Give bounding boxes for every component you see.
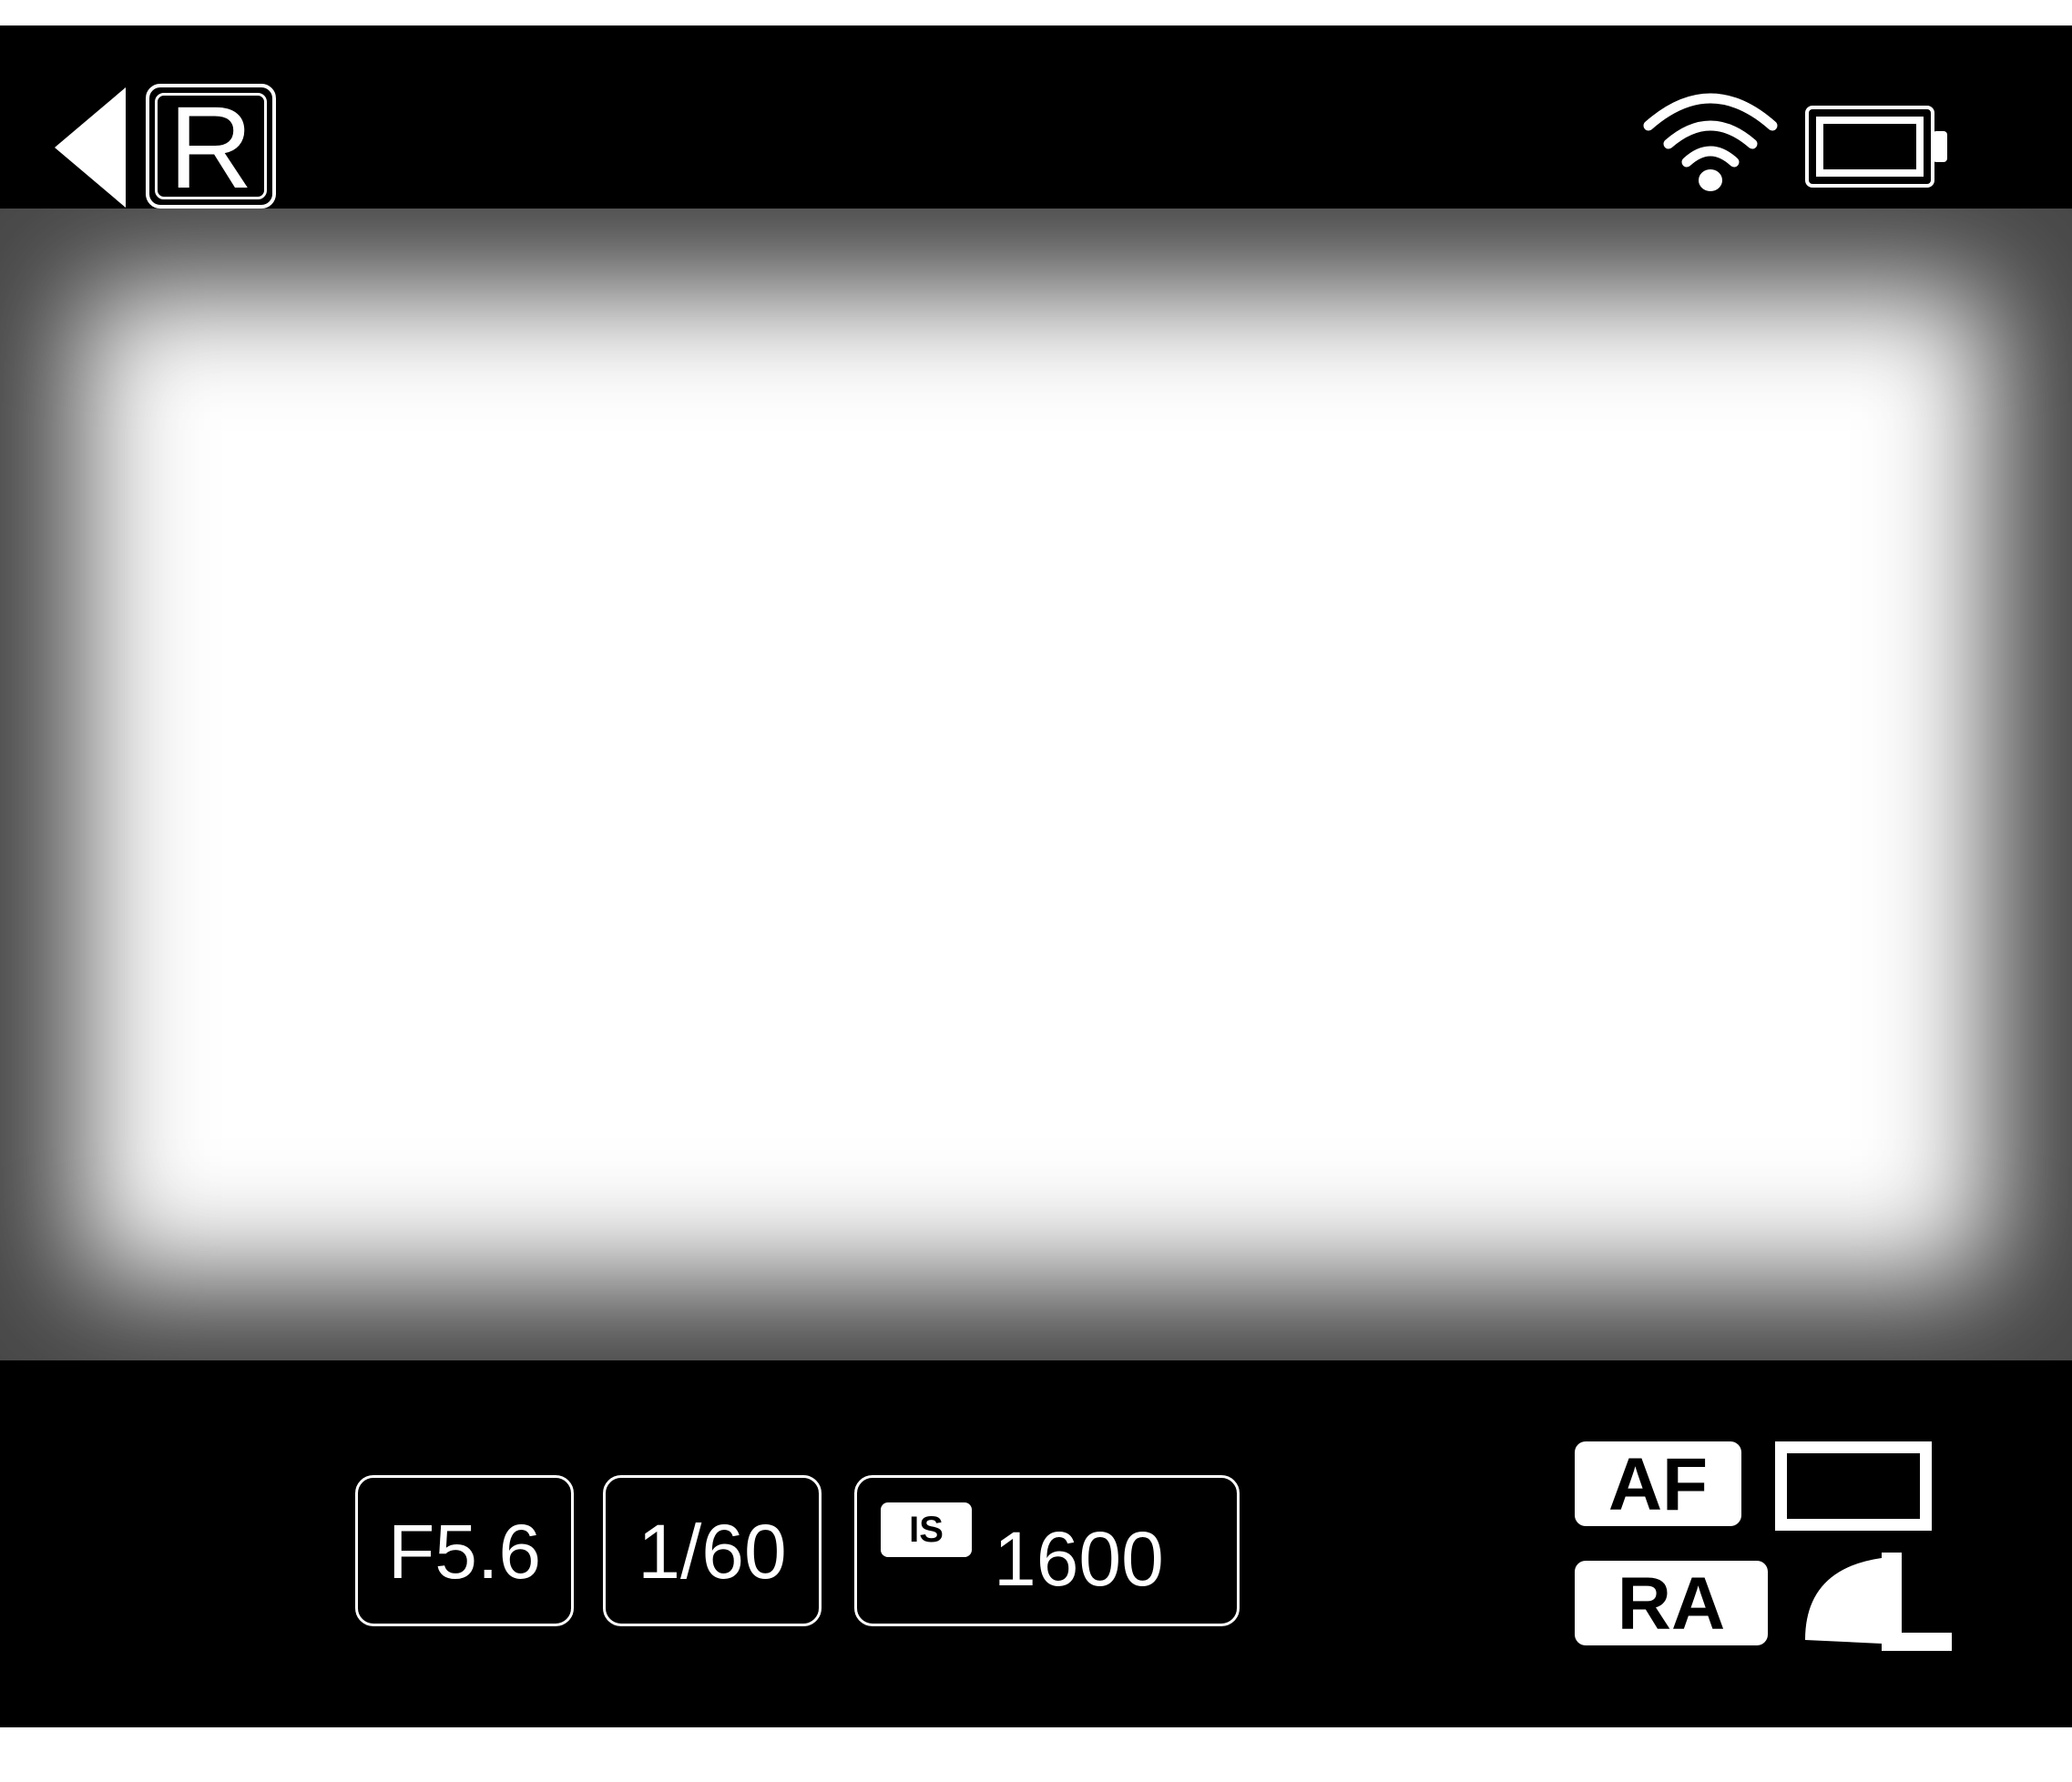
live-view-area[interactable]	[0, 209, 2072, 1360]
camera-screen: R F5.6 1/60 IS 1600 AF RA	[0, 0, 2072, 1782]
ra-mode-badge[interactable]: RA	[1575, 1561, 1768, 1645]
iso-value: 1600	[994, 1516, 1164, 1602]
shutter-speed-setting[interactable]: 1/60	[603, 1475, 822, 1626]
aperture-setting[interactable]: F5.6	[355, 1475, 574, 1626]
battery-icon	[1805, 106, 1947, 188]
aperture-value: F5.6	[387, 1509, 542, 1594]
top-bar: R	[0, 25, 2072, 209]
image-size-large-icon[interactable]	[1802, 1553, 1952, 1653]
shutter-speed-value: 1/60	[638, 1509, 787, 1594]
aspect-ratio-icon[interactable]	[1775, 1441, 1932, 1531]
iso-tag: IS	[881, 1502, 972, 1557]
mode-label: R	[155, 90, 267, 207]
back-triangle-icon[interactable]	[55, 87, 126, 208]
iso-setting[interactable]: IS 1600	[854, 1475, 1240, 1626]
shooting-mode-button[interactable]: R	[146, 84, 276, 209]
af-mode-badge[interactable]: AF	[1575, 1441, 1741, 1526]
wifi-icon	[1643, 93, 1778, 191]
